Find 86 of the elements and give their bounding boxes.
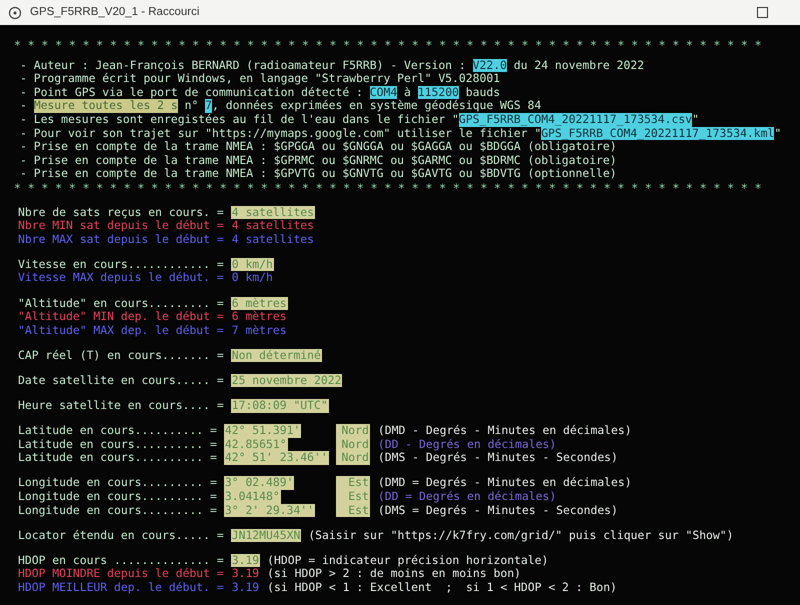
field-label: Nbre MAX sat depuis le début = xyxy=(18,232,224,246)
field-value: 3° 2' 29.34'' xyxy=(224,504,316,518)
field-value: 3.19 xyxy=(230,554,260,568)
header-text: à xyxy=(403,86,412,100)
header-text: bauds xyxy=(464,86,500,100)
header-text: " xyxy=(692,112,699,127)
field-label: Latitude en cours.......... = xyxy=(18,451,217,465)
field-label: Latitude en cours.......... = xyxy=(18,438,217,452)
field-label: Latitude en cours.......... = xyxy=(18,424,217,438)
highlighted-text: 115200 xyxy=(418,86,459,100)
note-text: (DMS - Degrés - Minutes - Secondes) xyxy=(378,451,618,465)
note-text: (DMD - Degrés - Minutes en décimales) xyxy=(378,424,632,438)
highlighted-text: 7 xyxy=(205,99,212,113)
field-value: 7 mètres xyxy=(230,324,288,338)
highlighted-text: GPS_F5RRB_COM4_20221117_173534.kml xyxy=(541,126,774,140)
header-text: du 24 novembre 2022 xyxy=(512,58,644,72)
header-text: - Prise en compte de la trame NMEA : $GPRMC ou $GNRMC ou $GARMC ou $BDRMC (obligatoire) xyxy=(20,154,617,168)
field-label: Date satellite en cours..... = xyxy=(18,374,224,388)
field-value: 42.85651° xyxy=(224,438,288,452)
field-value: JN12MU45XN xyxy=(230,528,302,542)
field-value: 0 km/h xyxy=(230,271,274,285)
header-text: n° xyxy=(184,99,200,113)
field-label: HDOP en cours .............. = xyxy=(18,554,224,568)
header-text: - Auteur : Jean-François BERNARD (radioamateur F5RRB) - Version : xyxy=(20,58,467,72)
note-text: (DD = Degrés en décimales) xyxy=(378,490,556,504)
field-label: CAP réel (T) en cours....... = xyxy=(18,348,224,362)
field-value: 0 km/h xyxy=(230,258,274,272)
direction-value: Est xyxy=(336,476,370,490)
note-text: (Saisir sur "https://k7fry.com/grid/" puis cliquer sur "Show") xyxy=(308,528,734,542)
field-value: 3.04148° xyxy=(224,490,281,504)
field-label: HDOP MOINDRE depuis le début = xyxy=(18,567,224,581)
field-value: 6 mètres xyxy=(230,296,288,310)
field-label: "Altitude" MIN dep. le début = xyxy=(18,310,224,324)
field-label: Locator étendu en cours..... = xyxy=(18,528,224,542)
field-value: 17:08:09 "UTC" xyxy=(230,398,329,413)
field-label: Longitude en cours......... = xyxy=(18,476,217,490)
field-value: 4 satellites xyxy=(230,232,316,246)
field-label: Longitude en cours......... = xyxy=(18,490,217,504)
header-text: - Programme écrit pour Windows, en langage "Strawberry Perl" V5.028001 xyxy=(20,72,500,86)
window-title: GPS_F5RRB_V20_1 - Raccourci xyxy=(30,4,200,20)
field-label: Vitesse en cours............ = xyxy=(18,258,224,272)
star-border: * * * * * * * * * * * * * * * * * * * * * * * * * * * * * * * * * * * * * * * * * * * * * * * * * * * * * * * xyxy=(14,182,762,196)
field-value: 6 mètres xyxy=(230,310,288,324)
header-text: " xyxy=(774,126,782,140)
direction-value: Nord xyxy=(336,438,370,452)
note-text: (DMS = Degrés - Minutes - Secondes) xyxy=(378,504,618,518)
header-text: , données exprimées en système géodésique WGS 84 xyxy=(212,99,542,113)
field-label: Nbre MIN sat depuis le début = xyxy=(18,219,224,233)
field-label: Heure satellite en cours.... = xyxy=(18,398,224,413)
field-label: HDOP MEILLEUR dep. le début. = xyxy=(18,580,224,594)
direction-value: Nord xyxy=(336,424,370,438)
highlighted-text: GPS_F5RRB_COM4_20221117_173534.csv xyxy=(458,112,692,127)
field-value: 4 satellites xyxy=(230,219,316,233)
field-label: Nbre de sats reçus en cours. = xyxy=(18,206,224,220)
field-value: 25 novembre 2022 xyxy=(230,374,342,388)
highlighted-text: COM4 xyxy=(370,86,398,100)
field-value: 3° 02.489' xyxy=(224,476,294,490)
field-label: "Altitude" en cours......... = xyxy=(18,296,224,310)
direction-value: Nord xyxy=(336,451,370,465)
header-text: - Prise en compte de la trame NMEA : $GPVTG ou $GNVTG ou $GAVTG ou $BDVTG (optionnelle) xyxy=(20,167,617,181)
field-value: 42° 51' 23.46'' xyxy=(224,451,329,465)
note-text: (si HDOP > 2 : de moins en moins bon) xyxy=(267,567,521,581)
maximize-icon[interactable] xyxy=(757,7,768,18)
header-text: - xyxy=(20,99,28,113)
app-icon xyxy=(8,6,22,20)
field-label: Longitude en cours......... = xyxy=(18,504,217,518)
direction-value: Est xyxy=(336,490,370,504)
note-text: (HDOP = indicateur précision horizontale) xyxy=(267,554,548,568)
field-label: "Altitude" MAX dep. le début = xyxy=(18,324,224,338)
field-value: Non déterminé xyxy=(230,348,322,362)
field-value: 3.19 xyxy=(230,567,260,581)
direction-value: Est xyxy=(336,504,370,518)
note-text: (DD - Degrés en décimales) xyxy=(378,438,556,452)
highlighted-text: V22.0 xyxy=(472,58,507,72)
field-label: Vitesse MAX depuis le début. = xyxy=(18,271,224,285)
field-value: 3.19 xyxy=(230,580,260,594)
note-text: (si HDOP < 1 : Excellent ; si 1 < HDOP < 2 : Bon) xyxy=(267,580,617,594)
header-text: - Point GPS via le port de communication détecté : xyxy=(20,86,364,100)
field-value: 4 satellites xyxy=(230,206,316,220)
field-value: 42° 51.391' xyxy=(224,424,302,438)
highlighted-text: Mesure toutes les 2 s xyxy=(34,99,178,113)
star-border: * * * * * * * * * * * * * * * * * * * * * * * * * * * * * * * * * * * * * * * * * * * * * * * * * * * * * * * xyxy=(14,39,762,53)
header-text: - Les mesures sont enregistées au fil de l'eau dans le fichier " xyxy=(20,112,459,127)
note-text: (DMD = Degrés - Minutes en décimales) xyxy=(378,476,632,490)
header-text: - Prise en compte de la trame NMEA : $GPGGA ou $GNGGA ou $GAGGA ou $BDGGA (obligatoire) xyxy=(20,140,617,154)
header-text: - Pour voir son trajet sur "https://mymaps.google.com" utiliser le fichier " xyxy=(20,126,542,140)
